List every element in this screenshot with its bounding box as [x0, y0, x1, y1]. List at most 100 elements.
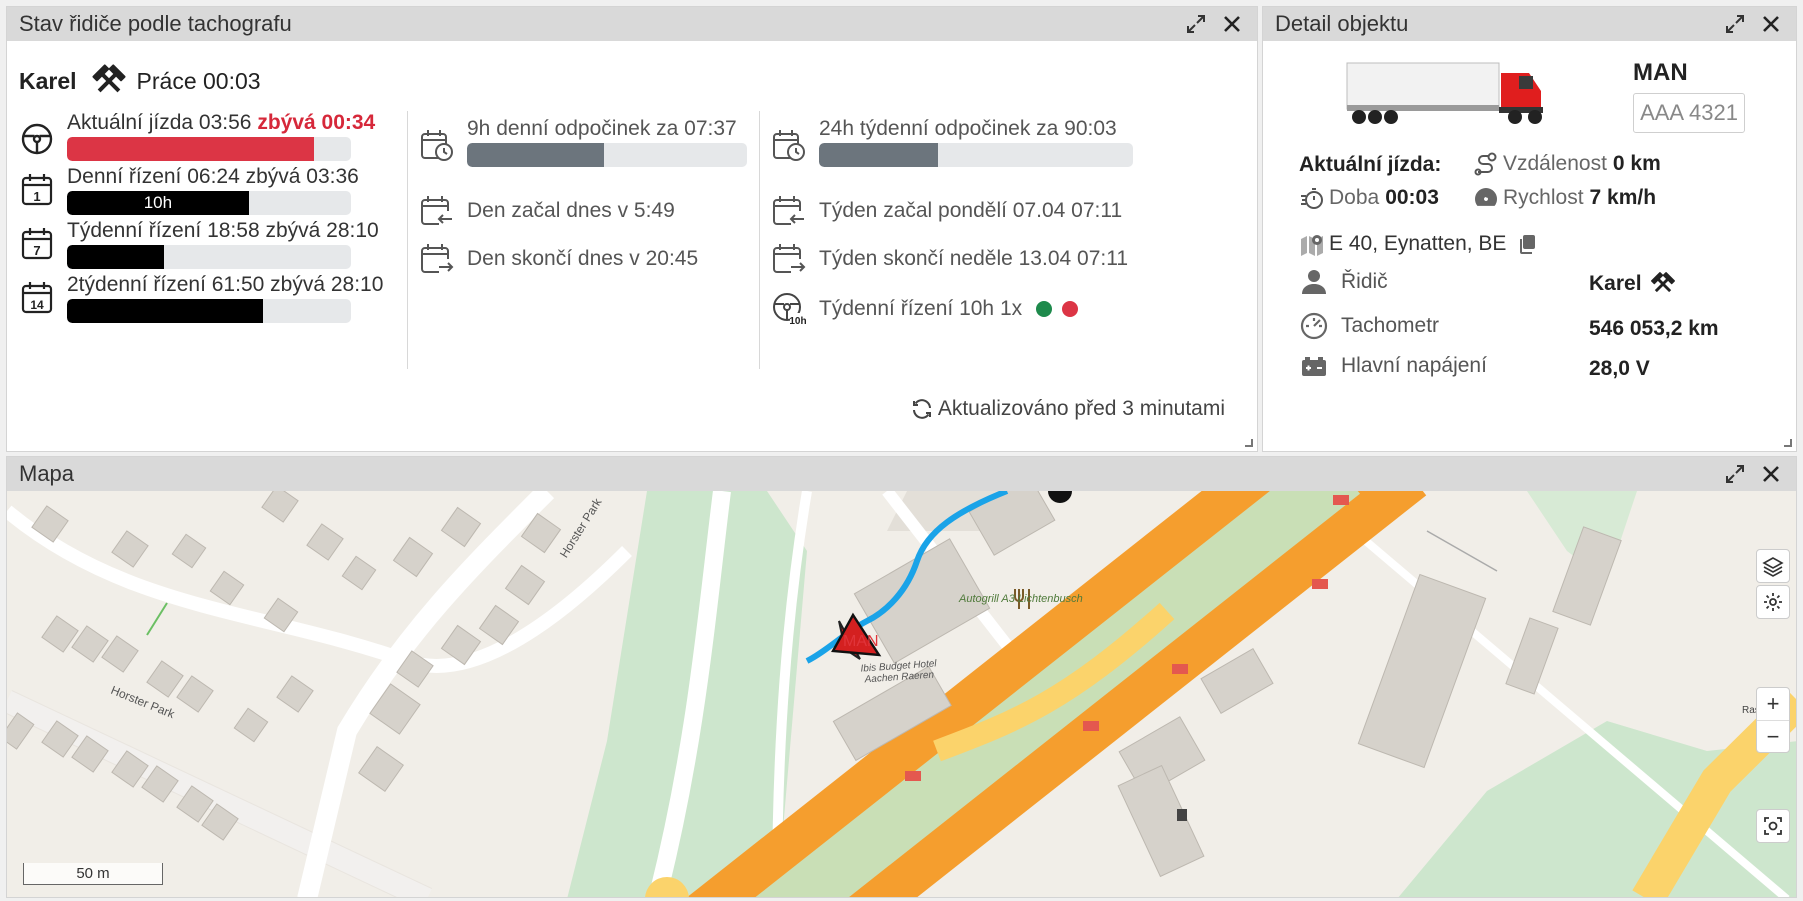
- calendar-arrow-in-icon: [771, 193, 807, 229]
- status-dot-green: [1035, 301, 1052, 318]
- tacho-panel-title: Stav řidiče podle tachografu: [19, 11, 292, 36]
- map-scale: 50 m: [23, 863, 163, 885]
- zoom-control: + −: [1756, 687, 1790, 753]
- stopwatch-icon: [1301, 188, 1323, 209]
- current-ride-label: Aktuální jízda:: [1299, 153, 1442, 176]
- close-icon[interactable]: [1217, 9, 1247, 39]
- day-start-label: Den začal dnes v 5:49: [467, 199, 675, 222]
- weekly-10h-label: Týdenní řízení 10h 1x: [819, 297, 1023, 320]
- calendar-1-icon: 1: [19, 171, 55, 207]
- speed-value: 7 km/h: [1589, 186, 1657, 209]
- calendar-7-icon: 7: [19, 225, 55, 261]
- day-start-row: Den začal dnes v 5:49: [419, 193, 675, 229]
- map-canvas[interactable]: MAN Autogrill A3 Lichtenbusch Ibis Budge…: [7, 491, 1796, 897]
- map-tiles: [7, 491, 1796, 897]
- detail-panel-header: Detail objektu: [1263, 7, 1796, 41]
- driver-line: Karel Práce 00:03: [19, 63, 261, 99]
- truck-image: [1346, 62, 1543, 124]
- daily-rest-bar: [467, 143, 747, 167]
- speed-label: Rychlost: [1503, 186, 1584, 209]
- zoom-out-button[interactable]: −: [1757, 720, 1789, 752]
- current-drive-bar: [67, 137, 351, 161]
- locate-button[interactable]: [1756, 809, 1790, 843]
- column-divider: [407, 111, 408, 369]
- daily-drive-bar-label: 10h: [143, 193, 173, 212]
- maximize-icon[interactable]: [1181, 9, 1211, 39]
- layers-icon: [1762, 557, 1784, 577]
- speedometer-icon: [1475, 188, 1498, 206]
- day-end-label: Den skončí dnes v 20:45: [467, 247, 699, 270]
- svg-text:1: 1: [33, 189, 40, 204]
- calendar-arrow-out-icon: [771, 241, 807, 277]
- close-icon[interactable]: [1756, 9, 1786, 39]
- hammers-icon: [1650, 272, 1675, 293]
- week-start-label: Týden začal pondělí 07.04 07:11: [819, 199, 1123, 222]
- current-ride-line: Aktuální jízda:: [1299, 153, 1441, 177]
- daily-drive-label: Denní řízení 06:24 zbývá 03:36: [67, 165, 359, 188]
- close-icon[interactable]: [1756, 459, 1786, 489]
- weekly-drive-label: Týdenní řízení 18:58 zbývá 28:10: [67, 219, 379, 242]
- driver-property: Řidič: [1299, 267, 1388, 297]
- odometer-label: Tachometr: [1341, 314, 1440, 337]
- week-end-label: Týden skončí neděle 13.04 07:11: [819, 247, 1129, 270]
- license-plate: AAA 4321: [1633, 93, 1745, 133]
- focus-icon: [1764, 817, 1782, 835]
- copy-icon[interactable]: [1516, 233, 1538, 255]
- weekly-drive-row: 7 Týdenní řízení 18:58 zbývá 28:10: [19, 219, 379, 269]
- daily-drive-bar: 10h: [67, 191, 351, 215]
- week-end-row: Týden skončí neděle 13.04 07:11: [771, 241, 1128, 277]
- updated-status[interactable]: Aktualizováno před 3 minutami: [910, 397, 1225, 421]
- calendar-clock-icon: [771, 127, 807, 163]
- steering-10h-icon: 10h: [771, 291, 807, 327]
- battery-icon: [1302, 357, 1326, 376]
- daily-rest-bar-fill: [467, 143, 605, 167]
- map-panel-header: Mapa: [7, 457, 1796, 491]
- driver-name: Karel: [19, 67, 77, 94]
- map-panel-title: Mapa: [19, 461, 75, 486]
- settings-button[interactable]: [1756, 585, 1790, 619]
- resize-handle[interactable]: [1784, 439, 1792, 447]
- person-icon: [1302, 270, 1326, 294]
- current-drive-bar-fill: [67, 137, 315, 161]
- power-value: 28,0 V: [1589, 357, 1650, 380]
- power-property: Hlavní napájení: [1299, 351, 1487, 381]
- column-divider: [759, 111, 760, 369]
- daily-rest-label: 9h denní odpočinek za 07:37: [467, 117, 737, 140]
- tacho-panel-header: Stav řidiče podle tachografu: [7, 7, 1257, 41]
- tacho-panel: Stav řidiče podle tachografu Karel Práce…: [6, 6, 1258, 452]
- maximize-icon[interactable]: [1720, 459, 1750, 489]
- gear-icon: [1764, 593, 1782, 611]
- driver-activity: Práce 00:03: [136, 67, 261, 94]
- weekly-rest-row: 24h týdenní odpočinek za 90:03: [771, 117, 1133, 167]
- distance-label: Vzdálenost: [1503, 152, 1607, 175]
- duration-value: 00:03: [1385, 186, 1439, 209]
- maximize-icon[interactable]: [1720, 9, 1750, 39]
- gauge-icon: [1300, 312, 1328, 340]
- vehicle-map-label[interactable]: MAN: [843, 633, 879, 651]
- status-dot-red: [1061, 301, 1078, 318]
- location-label: E 40, Eynatten, BE: [1329, 232, 1507, 255]
- biweekly-drive-bar-fill: [67, 299, 263, 323]
- day-end-row: Den skončí dnes v 20:45: [419, 241, 698, 277]
- resize-handle[interactable]: [1245, 439, 1253, 447]
- zoom-in-button[interactable]: +: [1757, 688, 1789, 720]
- weekly-rest-bar: [819, 143, 1133, 167]
- weekly-drive-bar: [67, 245, 351, 269]
- speed-line: Rychlost 7 km/h: [1473, 185, 1656, 211]
- weekly-rest-label: 24h týdenní odpočinek za 90:03: [819, 117, 1117, 140]
- week-start-row: Týden začal pondělí 07.04 07:11: [771, 193, 1122, 229]
- calendar-clock-icon: [419, 127, 455, 163]
- steering-wheel-icon: [19, 121, 55, 157]
- weekly-10h-row: 10h Týdenní řízení 10h 1x: [771, 291, 1078, 327]
- biweekly-drive-bar: [67, 299, 351, 323]
- detail-panel-title: Detail objektu: [1275, 11, 1409, 36]
- vehicle-brand: MAN: [1633, 59, 1688, 86]
- biweekly-drive-row: 14 2týdenní řízení 61:50 zbývá 28:10: [19, 273, 383, 323]
- duration-label: Doba: [1329, 186, 1380, 209]
- current-drive-row: Aktuální jízda 03:56 zbývá 00:34: [19, 111, 375, 161]
- calendar-14-icon: 14: [19, 279, 55, 315]
- driver-prop-label: Řidič: [1341, 270, 1388, 293]
- poi-label: Autogrill A3 Lichtenbusch: [959, 593, 1083, 605]
- odometer-property: Tachometr: [1299, 311, 1439, 341]
- layers-button[interactable]: [1756, 549, 1790, 583]
